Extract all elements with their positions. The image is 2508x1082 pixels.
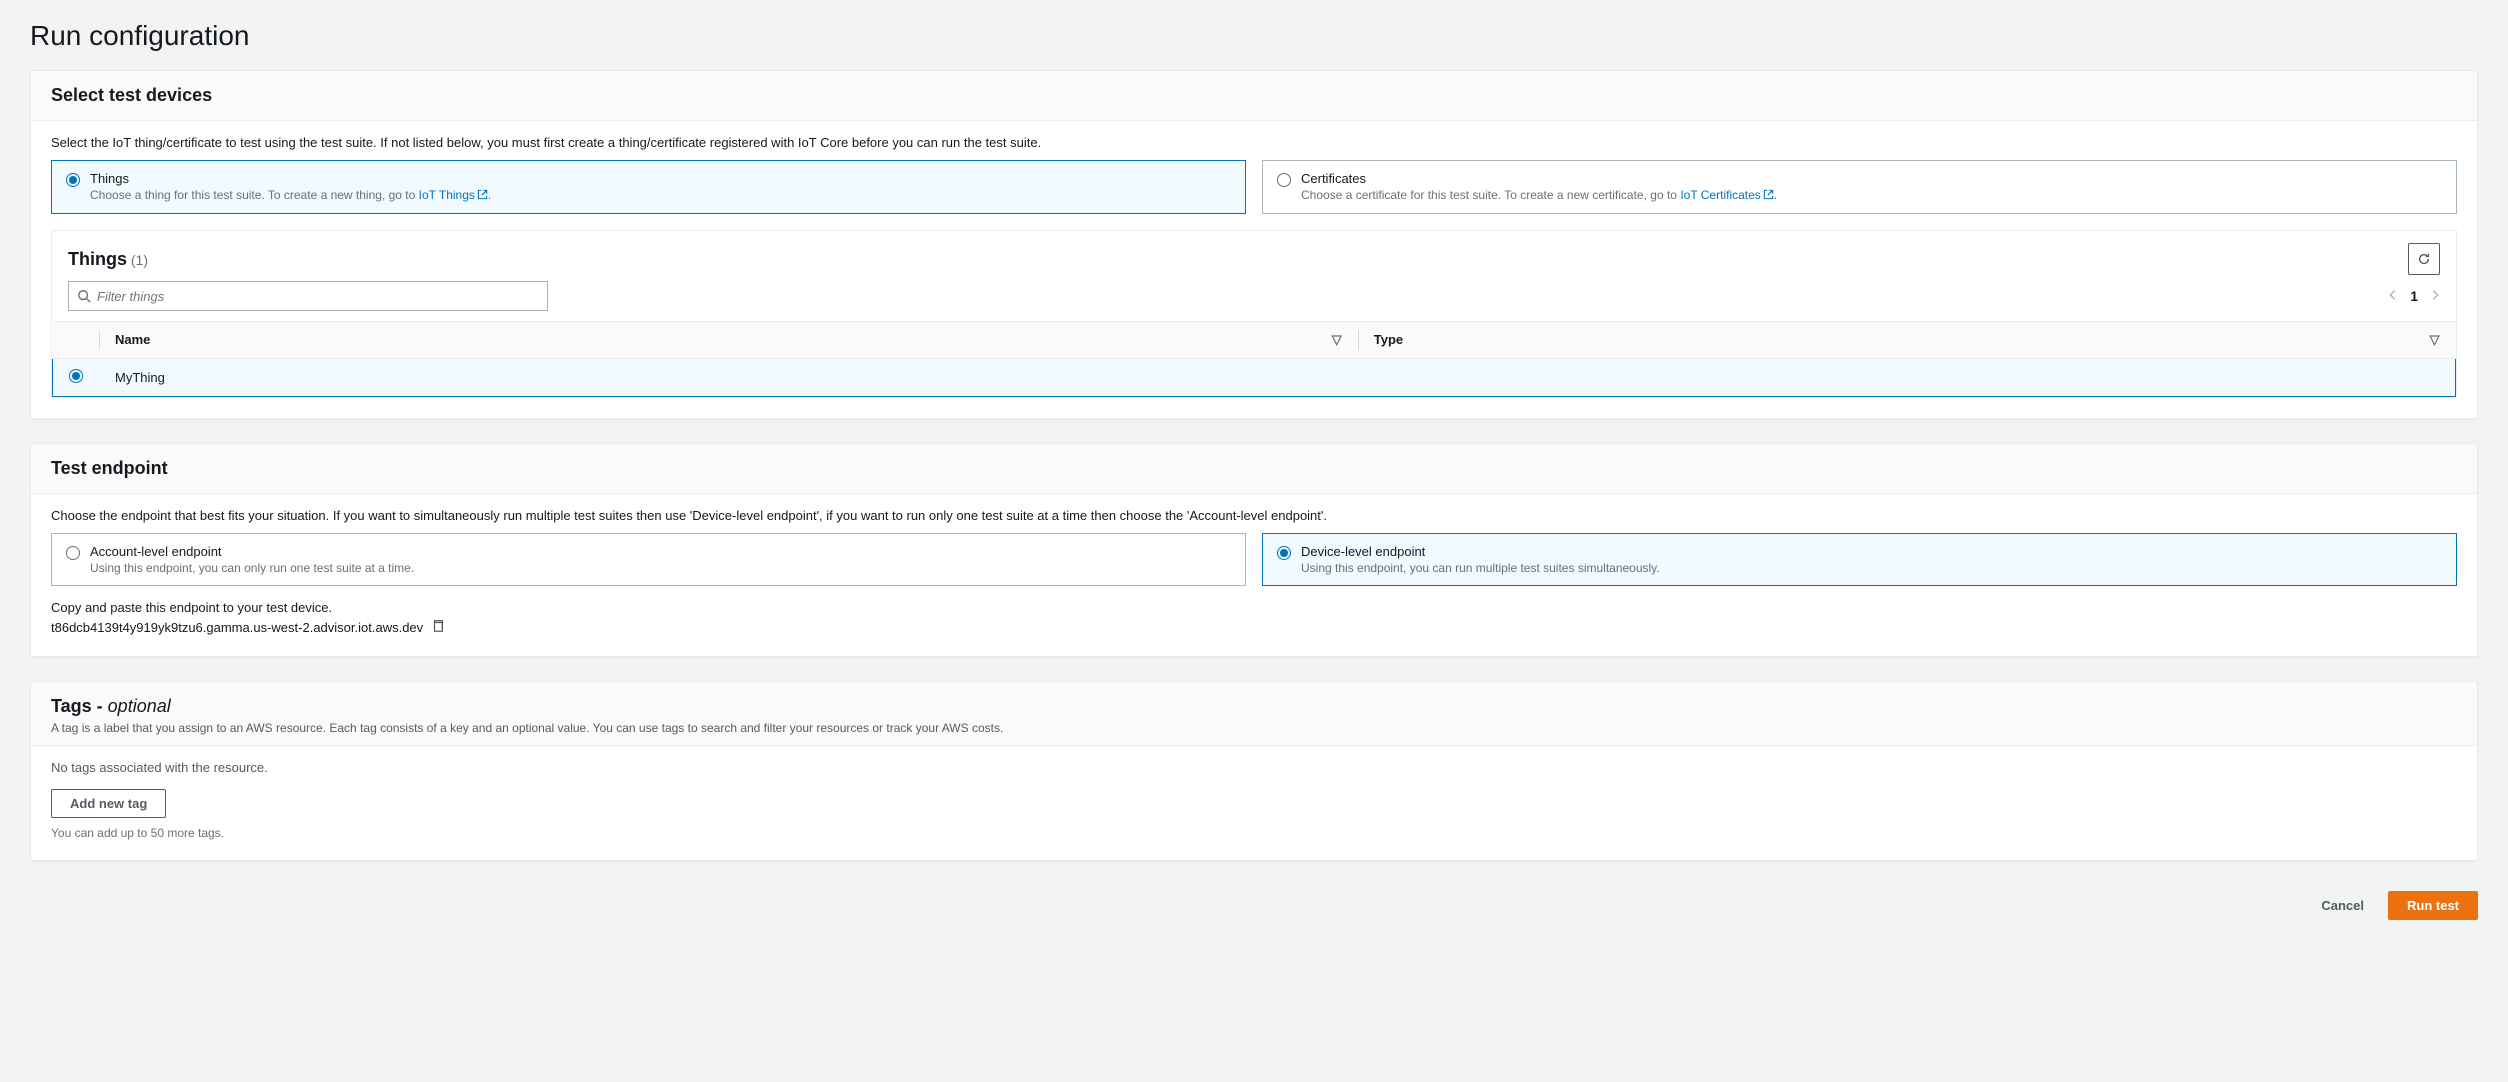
account-endpoint-title: Account-level endpoint xyxy=(90,544,414,559)
refresh-button[interactable] xyxy=(2408,243,2440,275)
things-table: Name ▽ Type ▽ MyThing xyxy=(52,321,2456,397)
radio-icon xyxy=(1277,173,1291,187)
run-test-button[interactable]: Run test xyxy=(2388,891,2478,920)
radio-icon xyxy=(1277,546,1291,560)
add-new-tag-button[interactable]: Add new tag xyxy=(51,789,166,818)
search-icon xyxy=(77,289,91,303)
panel-header: Tags - optional A tag is a label that yo… xyxy=(31,682,2477,746)
footer-actions: Cancel Run test xyxy=(30,885,2478,940)
refresh-icon xyxy=(2417,252,2431,266)
radio-things-title: Things xyxy=(90,171,491,186)
iot-certificates-link[interactable]: IoT Certificates xyxy=(1680,188,1773,202)
copy-icon xyxy=(431,619,445,633)
text: . xyxy=(488,188,491,202)
radio-icon xyxy=(66,546,80,560)
sort-icon: ▽ xyxy=(1332,332,1342,348)
radio-card-things[interactable]: Things Choose a thing for this test suit… xyxy=(51,160,1246,214)
radio-things-sub: Choose a thing for this test suite. To c… xyxy=(90,188,491,203)
text: . xyxy=(1774,188,1777,202)
endpoint-title: Test endpoint xyxy=(51,458,2457,479)
radio-card-device-endpoint[interactable]: Device-level endpoint Using this endpoin… xyxy=(1262,533,2457,586)
sort-icon: ▽ xyxy=(2430,332,2440,348)
col-select xyxy=(53,322,100,359)
radio-certs-title: Certificates xyxy=(1301,171,1777,186)
select-devices-title: Select test devices xyxy=(51,85,2457,106)
pager: 1 xyxy=(2388,288,2440,305)
test-endpoint-panel: Test endpoint Choose the endpoint that b… xyxy=(30,443,2478,657)
things-sub-panel: Things (1) 1 xyxy=(51,230,2457,398)
radio-card-account-endpoint[interactable]: Account-level endpoint Using this endpoi… xyxy=(51,533,1246,586)
device-endpoint-sub: Using this endpoint, you can run multipl… xyxy=(1301,561,1660,575)
cell-type xyxy=(1358,359,2456,397)
endpoint-desc: Choose the endpoint that best fits your … xyxy=(51,508,2457,523)
panel-header: Test endpoint xyxy=(31,444,2477,494)
copy-button[interactable] xyxy=(431,619,445,636)
cancel-button[interactable]: Cancel xyxy=(2309,891,2376,920)
external-link-icon xyxy=(477,189,488,203)
radio-icon xyxy=(66,173,80,187)
tags-panel: Tags - optional A tag is a label that yo… xyxy=(30,681,2478,861)
iot-things-link[interactable]: IoT Things xyxy=(419,188,488,202)
col-name[interactable]: Name ▽ xyxy=(99,322,1358,359)
select-test-devices-panel: Select test devices Select the IoT thing… xyxy=(30,70,2478,419)
device-endpoint-title: Device-level endpoint xyxy=(1301,544,1660,559)
things-count: (1) xyxy=(131,252,148,268)
pager-next[interactable] xyxy=(2430,288,2440,305)
external-link-icon xyxy=(1763,189,1774,203)
filter-things-input[interactable] xyxy=(97,289,539,304)
endpoint-copy-label: Copy and paste this endpoint to your tes… xyxy=(51,600,2457,615)
cell-name: MyThing xyxy=(99,359,1358,397)
things-title: Things xyxy=(68,249,127,269)
row-radio-icon[interactable] xyxy=(69,369,83,383)
text: Choose a certificate for this test suite… xyxy=(1301,188,1680,202)
filter-things-input-wrap[interactable] xyxy=(68,281,548,311)
tags-sub: A tag is a label that you assign to an A… xyxy=(51,721,2457,735)
select-devices-desc: Select the IoT thing/certificate to test… xyxy=(51,135,2457,150)
col-type[interactable]: Type ▽ xyxy=(1358,322,2456,359)
pager-current: 1 xyxy=(2410,288,2418,304)
radio-certs-sub: Choose a certificate for this test suite… xyxy=(1301,188,1777,203)
tags-hint: You can add up to 50 more tags. xyxy=(51,826,2457,840)
panel-header: Select test devices xyxy=(31,71,2477,121)
radio-card-certificates[interactable]: Certificates Choose a certificate for th… xyxy=(1262,160,2457,214)
pager-prev[interactable] xyxy=(2388,288,2398,305)
endpoint-value: t86dcb4139t4y919yk9tzu6.gamma.us-west-2.… xyxy=(51,620,423,635)
page-title: Run configuration xyxy=(30,20,2478,52)
tags-title: Tags - optional xyxy=(51,696,171,716)
account-endpoint-sub: Using this endpoint, you can only run on… xyxy=(90,561,414,575)
text: Choose a thing for this test suite. To c… xyxy=(90,188,419,202)
no-tags-text: No tags associated with the resource. xyxy=(51,760,2457,775)
table-row[interactable]: MyThing xyxy=(53,359,2456,397)
